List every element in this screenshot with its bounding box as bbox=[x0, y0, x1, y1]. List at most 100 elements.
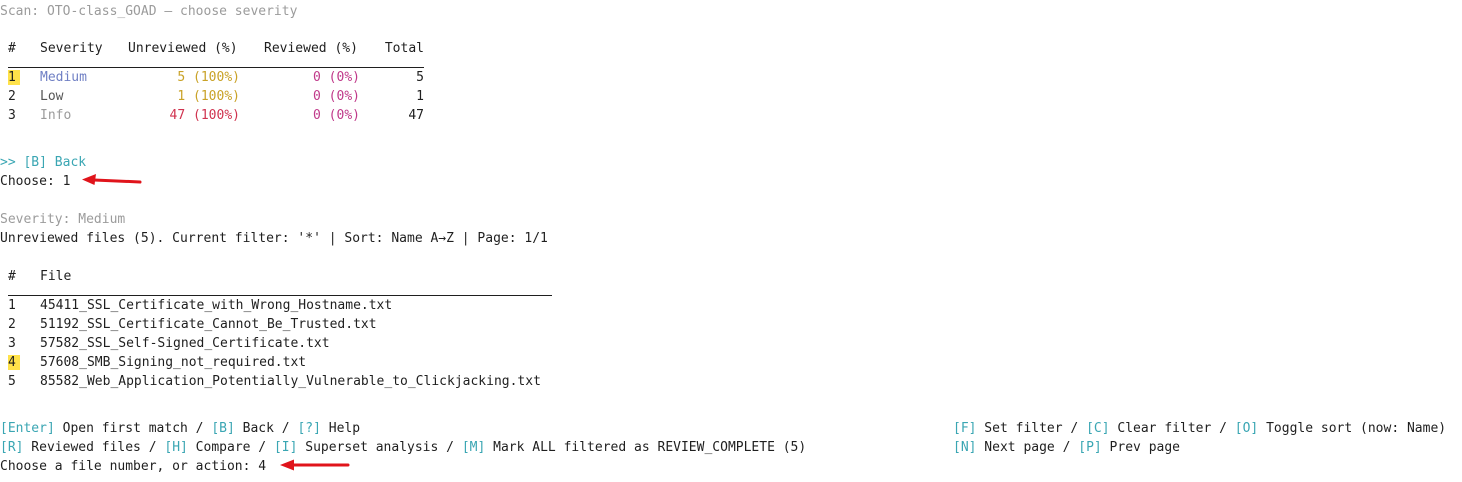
action-prev-page[interactable]: [P] Prev page bbox=[1078, 440, 1180, 455]
unreviewed-count: 5 (100%) bbox=[177, 70, 240, 85]
file-row[interactable]: 3 57582_SSL_Self-Signed_Certificate.txt bbox=[8, 334, 541, 353]
choose-prompt[interactable]: Choose: 1 bbox=[0, 172, 70, 191]
reviewed-count: 0 (0%) bbox=[313, 108, 360, 123]
back-option[interactable]: >> [B] Back bbox=[0, 153, 86, 172]
total-count: 5 bbox=[416, 70, 424, 85]
action-label: Open first match bbox=[54, 421, 188, 436]
file-name: 57608_SMB_Signing_not_required.txt bbox=[40, 355, 307, 370]
action-help[interactable]: [?] Help bbox=[297, 421, 360, 436]
action-key: [O] bbox=[1234, 421, 1259, 436]
files-status: Unreviewed files (5). Current filter: '*… bbox=[0, 231, 548, 246]
col-file: File bbox=[40, 269, 72, 284]
action-separator: / bbox=[438, 440, 462, 455]
action-label: Set filter bbox=[976, 421, 1063, 436]
action-label: Help bbox=[320, 421, 361, 436]
action-separator: / bbox=[187, 421, 212, 436]
file-row-num: 4 bbox=[8, 353, 40, 372]
severity-name: Info bbox=[40, 108, 72, 123]
col-num: # bbox=[8, 41, 16, 56]
total-count: 1 bbox=[416, 89, 424, 104]
action-next-page[interactable]: [N] Next page bbox=[953, 440, 1055, 455]
col-unreviewed: Unreviewed (%) bbox=[128, 41, 238, 56]
reviewed-count: 0 (0%) bbox=[313, 89, 360, 104]
action-key: [P] bbox=[1078, 440, 1102, 455]
action-label: Toggle sort (now: Name) bbox=[1258, 421, 1447, 436]
file-row[interactable]: 5 85582_Web_Application_Potentially_Vulne… bbox=[8, 372, 541, 391]
action-label: Next page bbox=[976, 440, 1055, 455]
action-key: [C] bbox=[1086, 421, 1110, 436]
file-name: 45411_SSL_Certificate_with_Wrong_Hostnam… bbox=[40, 298, 393, 313]
action-open-first-match[interactable]: [Enter] Open first match bbox=[0, 421, 188, 436]
file-row-num: 1 bbox=[8, 298, 16, 313]
action-separator: / bbox=[250, 440, 274, 455]
severity-table-header: # Severity Unreviewed (%) Reviewed (%) T… bbox=[8, 39, 424, 58]
selected-highlight: 1 bbox=[8, 70, 20, 85]
files-table-rule bbox=[8, 295, 552, 296]
severity-name: Low bbox=[40, 89, 64, 104]
actions-row-2-left: [R] Reviewed files / [H] Compare / [I] S… bbox=[0, 438, 806, 457]
action-key: [N] bbox=[953, 440, 977, 455]
action-reviewed-files[interactable]: [R] Reviewed files bbox=[0, 440, 141, 455]
action-key: [Enter] bbox=[0, 421, 55, 436]
unreviewed-count: 47 (100%) bbox=[169, 108, 240, 123]
action-key: [B] bbox=[211, 421, 235, 436]
file-row-num: 5 bbox=[8, 374, 16, 389]
action-label: Prev page bbox=[1101, 440, 1181, 455]
action-compare[interactable]: [H] Compare bbox=[164, 440, 250, 455]
severity-row-medium[interactable]: 1 Medium 5 (100%) 0 (0%) 5 bbox=[8, 68, 424, 87]
actions-row-1-right: [F] Set filter / [C] Clear filter / [O] … bbox=[953, 419, 1446, 438]
action-clear-filter[interactable]: [C] Clear filter bbox=[1086, 421, 1211, 436]
unreviewed-count: 1 (100%) bbox=[177, 89, 240, 104]
actions-row-2-right: [N] Next page / [P] Prev page bbox=[953, 438, 1180, 457]
severity-row-num: 1 bbox=[8, 68, 40, 87]
severity-row-info[interactable]: 3 Info 47 (100%) 0 (0%) 47 bbox=[8, 106, 424, 125]
action-label: Compare bbox=[187, 440, 251, 455]
col-severity: Severity bbox=[40, 41, 103, 56]
severity-table-rule bbox=[8, 67, 424, 68]
action-separator: / bbox=[273, 421, 298, 436]
selected-highlight: 4 bbox=[8, 355, 20, 370]
file-row[interactable]: 2 51192_SSL_Certificate_Cannot_Be_Trusted… bbox=[8, 315, 541, 334]
action-key: [R] bbox=[0, 440, 24, 455]
action-set-filter[interactable]: [F] Set filter bbox=[953, 421, 1063, 436]
action-key: [H] bbox=[164, 440, 188, 455]
action-separator: / bbox=[140, 440, 165, 455]
action-label: Back bbox=[234, 421, 274, 436]
file-row-num: 2 bbox=[8, 317, 16, 332]
action-superset-analysis[interactable]: [I] Superset analysis bbox=[274, 440, 438, 455]
action-separator: / bbox=[1062, 421, 1087, 436]
file-row[interactable]: 4 57608_SMB_Signing_not_required.txt bbox=[8, 353, 541, 372]
files-table-header: # File bbox=[8, 267, 541, 286]
file-row-num: 3 bbox=[8, 336, 16, 351]
severity-label: Severity: Medium bbox=[0, 212, 126, 227]
files-table: # File 1 45411_SSL_Certificate_with_Wrong… bbox=[8, 267, 541, 391]
action-key: [I] bbox=[273, 440, 298, 455]
action-label: Clear filter bbox=[1109, 421, 1212, 436]
action-toggle-sort-now-name-[interactable]: [O] Toggle sort (now: Name) bbox=[1235, 421, 1446, 436]
action-back[interactable]: [B] Back bbox=[211, 421, 274, 436]
severity-name: Medium bbox=[40, 70, 87, 85]
col-total: Total bbox=[384, 41, 424, 56]
severity-row-low[interactable]: 2 Low 1 (100%) 0 (0%) 1 bbox=[8, 87, 424, 106]
col-reviewed: Reviewed (%) bbox=[264, 41, 358, 56]
action-mark-all-filtered-as-review-complete-5-[interactable]: [M] Mark ALL filtered as REVIEW_COMPLETE… bbox=[462, 440, 806, 455]
action-label: Mark ALL filtered as REVIEW_COMPLETE (5) bbox=[485, 440, 807, 455]
action-key: [M] bbox=[461, 440, 486, 455]
file-row[interactable]: 1 45411_SSL_Certificate_with_Wrong_Hostna… bbox=[8, 296, 541, 315]
actions-row-1-left: [Enter] Open first match / [B] Back / [?… bbox=[0, 419, 360, 438]
scan-title: Scan: OTO-class_GOAD — choose severity bbox=[0, 4, 298, 19]
file-name: 85582_Web_Application_Potentially_Vulner… bbox=[40, 374, 541, 389]
action-separator: / bbox=[1211, 421, 1235, 436]
reviewed-count: 0 (0%) bbox=[313, 70, 360, 85]
col-file-num: # bbox=[8, 269, 16, 284]
action-separator: / bbox=[1054, 440, 1079, 455]
file-name: 51192_SSL_Certificate_Cannot_Be_Trusted.… bbox=[40, 317, 377, 332]
file-choose-prompt[interactable]: Choose a file number, or action: 4 bbox=[0, 457, 266, 476]
action-label: Reviewed files bbox=[23, 440, 141, 455]
total-count: 47 bbox=[408, 108, 424, 123]
action-label: Superset analysis bbox=[297, 440, 439, 455]
severity-row-num: 2 bbox=[8, 89, 16, 104]
action-key: [F] bbox=[953, 421, 977, 436]
file-name: 57582_SSL_Self-Signed_Certificate.txt bbox=[40, 336, 330, 351]
action-key: [?] bbox=[297, 421, 321, 436]
